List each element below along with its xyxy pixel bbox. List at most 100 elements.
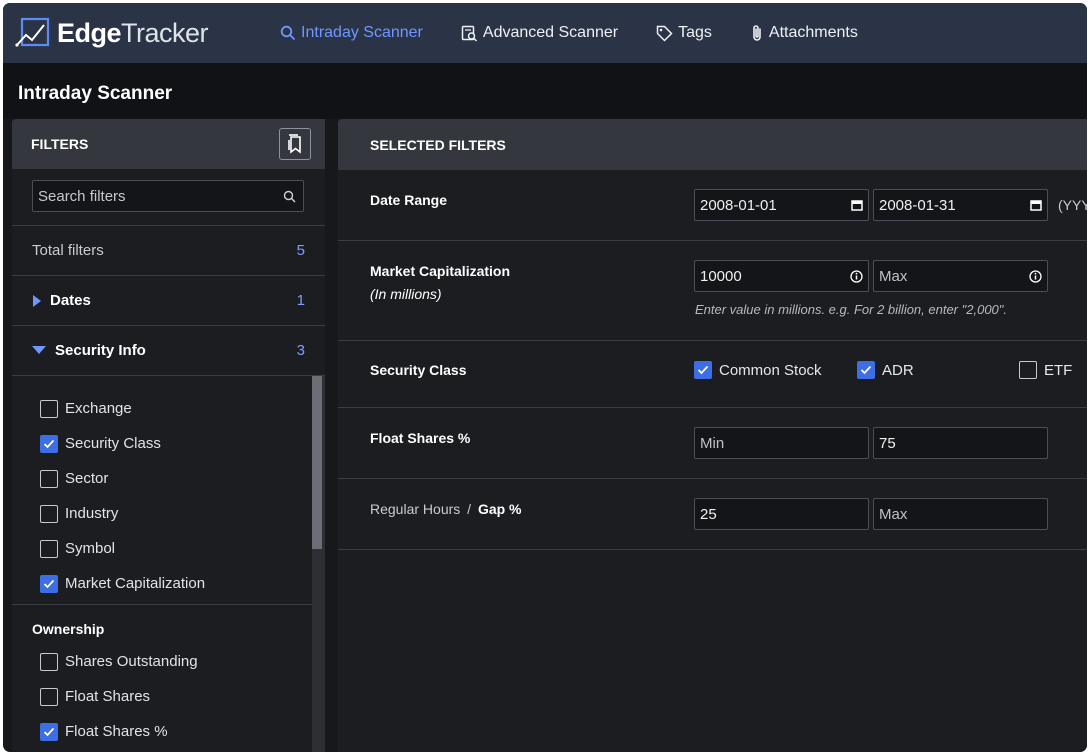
checkbox-checked[interactable] — [40, 574, 58, 593]
option-label: Common Stock — [719, 361, 822, 379]
nav-intraday-scanner[interactable]: Intraday Scanner — [280, 24, 423, 42]
nav-attachments[interactable]: Attachments — [750, 24, 858, 42]
scrollbar-thumb[interactable] — [312, 376, 322, 549]
selected-filters-header: SELECTED FILTERS — [338, 119, 1087, 170]
checkbox[interactable] — [40, 652, 58, 671]
info-icon[interactable] — [850, 269, 863, 283]
filter-option-float-shares-pct[interactable]: Float Shares % — [12, 714, 325, 749]
section-security-info[interactable]: Security Info 3 — [12, 326, 325, 376]
market-cap-sublabel: (In millions) — [370, 286, 442, 302]
caret-right-icon — [33, 294, 41, 307]
filter-option-market-cap[interactable]: Market Capitalization — [12, 566, 325, 601]
filter-option-exchange[interactable]: Exchange — [12, 391, 325, 426]
search-icon[interactable] — [283, 190, 296, 203]
info-icon[interactable] — [1029, 269, 1042, 283]
checkbox[interactable] — [1019, 361, 1037, 379]
date-start-value: 2008-01-01 — [700, 196, 777, 214]
checkbox-checked[interactable] — [40, 434, 58, 453]
logo[interactable]: EdgeTracker — [14, 13, 209, 53]
date-end-value: 2008-01-31 — [879, 196, 956, 214]
section-dates-count: 1 — [296, 292, 305, 309]
checkbox[interactable] — [40, 539, 58, 558]
filter-option-industry[interactable]: Industry — [12, 496, 325, 531]
logo-chart-icon — [15, 17, 50, 47]
filter-option-sector[interactable]: Sector — [12, 461, 325, 496]
security-class-label: Security Class — [370, 362, 467, 378]
checkbox[interactable] — [40, 469, 58, 488]
security-class-option-adr[interactable]: ADR — [857, 361, 914, 379]
bookmark-icon — [288, 134, 301, 154]
filter-option-label: Market Capitalization — [65, 575, 206, 592]
gap-pct-max-input[interactable]: Max — [873, 498, 1048, 530]
filter-option-label: Security Class — [65, 435, 161, 452]
nav-tags[interactable]: Tags — [656, 24, 712, 42]
filter-option-label: Symbol — [65, 540, 116, 557]
filter-search-box — [32, 180, 304, 212]
nav-advanced-scanner[interactable]: Advanced Scanner — [461, 24, 618, 42]
filter-option-float-shares[interactable]: Float Shares — [12, 679, 325, 714]
date-range-label: Date Range — [370, 192, 448, 208]
section-dates-title: Dates — [32, 292, 91, 309]
security-class-option-common-stock[interactable]: Common Stock — [694, 361, 822, 379]
date-end-input[interactable]: 2008-01-31 — [873, 189, 1048, 221]
nav-tags-label: Tags — [678, 24, 712, 41]
option-label: ETF — [1044, 361, 1073, 379]
float-shares-pct-max-input[interactable]: 75 — [873, 427, 1048, 459]
market-cap-max-input[interactable]: Max — [873, 260, 1048, 292]
calendar-icon[interactable] — [1030, 199, 1042, 211]
filter-option-label: Float Shares % — [65, 723, 168, 740]
market-cap-title: Market Capitalization — [370, 263, 511, 279]
checkbox-checked[interactable] — [857, 361, 875, 379]
market-cap-min-input[interactable]: 10000 — [694, 260, 869, 292]
filter-option-label: Shares Outstanding — [65, 653, 198, 670]
nav-intraday-scanner-label: Intraday Scanner — [301, 24, 423, 41]
checkbox[interactable] — [40, 399, 58, 418]
calendar-icon[interactable] — [851, 199, 863, 211]
market-cap-hint: Enter value in millions. e.g. For 2 bill… — [695, 302, 1007, 317]
filter-row-date-range: Date Range 2008-01-01 2008-01-31 (YYY — [338, 170, 1087, 241]
section-dates[interactable]: Dates 1 — [12, 276, 325, 326]
checkmark-icon — [860, 365, 872, 375]
page-title-bar: Intraday Scanner — [3, 63, 1087, 119]
app-window: EdgeTracker Intraday Scanner Advanced Sc… — [3, 3, 1087, 752]
security-class-option-etf[interactable]: ETF — [1019, 361, 1072, 379]
filter-search-row — [12, 169, 325, 226]
market-cap-min-value: 10000 — [700, 267, 742, 285]
logo-bold: Edge — [57, 17, 122, 48]
gap-pct-min-value: 25 — [700, 505, 717, 523]
filter-search-input[interactable] — [33, 181, 303, 211]
checkbox[interactable] — [40, 687, 58, 706]
checkmark-icon — [43, 727, 55, 736]
checkbox[interactable] — [40, 504, 58, 523]
search-icon — [280, 25, 296, 41]
checkbox-checked[interactable] — [40, 722, 58, 741]
filter-option-symbol[interactable]: Symbol — [12, 531, 325, 566]
filter-row-float-shares-pct: Float Shares % Min 75 — [338, 408, 1087, 479]
float-shares-pct-min-input[interactable]: Min — [694, 427, 869, 459]
nav-advanced-scanner-label: Advanced Scanner — [482, 24, 619, 41]
gap-pct-max-placeholder: Max — [879, 505, 908, 523]
float-shares-pct-max-value: 75 — [879, 434, 896, 452]
checkmark-icon — [697, 365, 709, 375]
float-shares-pct-min-placeholder: Min — [700, 434, 725, 452]
paperclip-icon — [753, 25, 761, 41]
filter-option-shares-outstanding[interactable]: Shares Outstanding — [12, 644, 325, 679]
checkbox-checked[interactable] — [694, 361, 712, 379]
bookmark-button[interactable] — [279, 128, 311, 160]
market-cap-label: Market Capitalization (In millions) — [370, 263, 510, 302]
gap-pct-min-input[interactable]: 25 — [694, 498, 869, 530]
filters-header: FILTERS — [12, 119, 325, 169]
total-filters-label: Total filters — [32, 242, 104, 259]
filter-option-security-class[interactable]: Security Class — [12, 426, 325, 461]
caret-down-icon — [32, 346, 46, 354]
date-start-input[interactable]: 2008-01-01 — [694, 189, 869, 221]
section-security-info-count: 3 — [296, 342, 305, 359]
gap-label-prefix: Regular Hours — [370, 501, 461, 517]
selected-filters-panel: SELECTED FILTERS Date Range 2008-01-01 2… — [338, 119, 1087, 752]
filter-option-label: Exchange — [65, 400, 132, 417]
market-cap-max-placeholder: Max — [879, 267, 908, 285]
filter-row-market-cap: Market Capitalization (In millions) 1000… — [338, 241, 1087, 341]
tag-icon — [656, 25, 673, 42]
nav-links: Intraday Scanner Advanced Scanner Tags A… — [280, 24, 896, 42]
total-filters-row: Total filters 5 — [12, 226, 325, 276]
